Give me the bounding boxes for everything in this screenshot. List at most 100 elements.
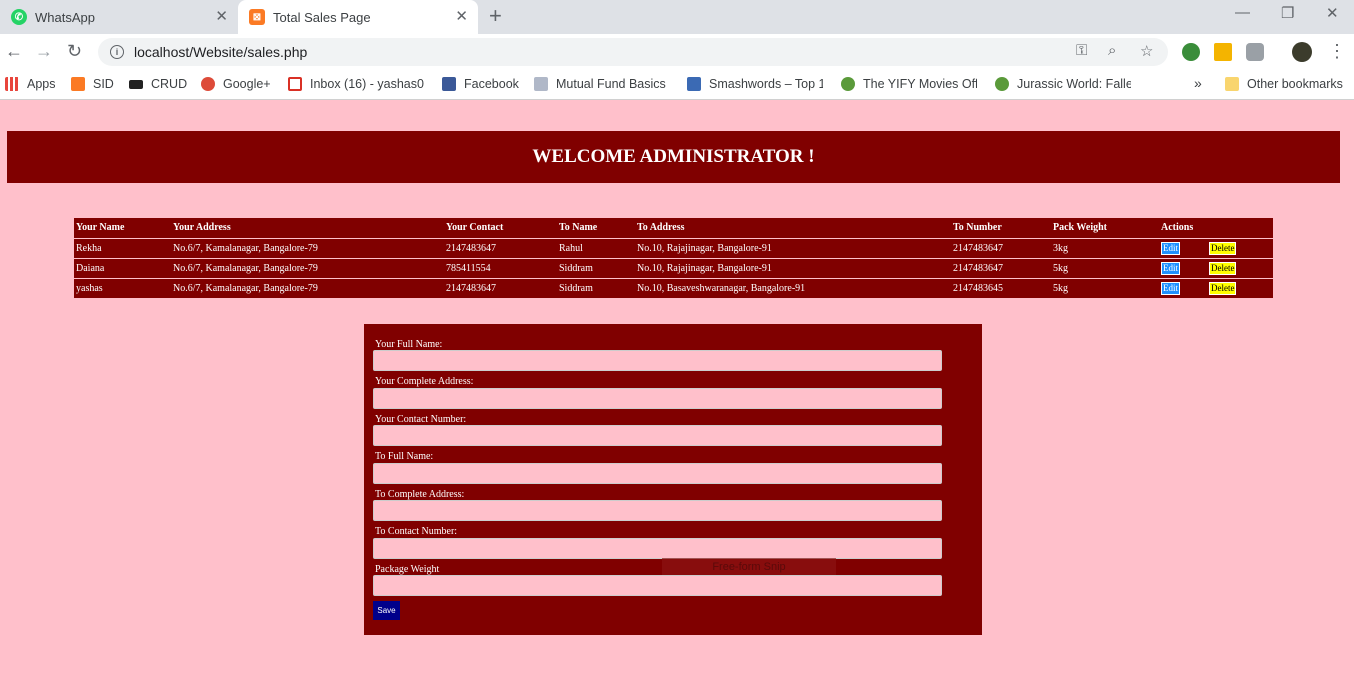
- edit-button[interactable]: Edit: [1161, 281, 1180, 295]
- cell-delete: Delete: [1207, 238, 1273, 259]
- cell-to-address: No.10, Rajajinagar, Bangalore-91: [635, 258, 951, 279]
- to-contact-number-input[interactable]: [373, 538, 942, 559]
- table-row: yashas No.6/7, Kamalanagar, Bangalore-79…: [74, 278, 1273, 299]
- cell-your-address: No.6/7, Kamalanagar, Bangalore-79: [171, 258, 444, 279]
- delete-button[interactable]: Delete: [1209, 241, 1237, 255]
- cell-to-number: 2147483647: [951, 238, 1051, 259]
- info-icon[interactable]: i: [110, 45, 124, 59]
- forward-icon[interactable]: →: [35, 40, 53, 62]
- column-header: Actions: [1159, 218, 1273, 239]
- address-bar[interactable]: i localhost/Website/sales.php ⚿ ⌕ ☆: [98, 38, 1168, 66]
- chevron-more-icon[interactable]: »: [1194, 75, 1202, 91]
- to-complete-address-input[interactable]: [373, 500, 942, 521]
- bw-icon: [129, 79, 143, 89]
- reload-icon[interactable]: ↻: [67, 40, 82, 62]
- column-header: Your Name: [74, 218, 171, 239]
- label-your-complete-address: Your Complete Address:: [375, 376, 474, 387]
- bookmark-sid[interactable]: SID: [71, 77, 114, 91]
- window-close-icon[interactable]: ✕: [1326, 4, 1339, 22]
- snip-overlay: Free-form Snip: [662, 558, 836, 575]
- google-drive-icon[interactable]: [1214, 43, 1232, 61]
- bookmark-label: Inbox (16) - yashas03: [310, 77, 424, 91]
- gmail-icon: [288, 77, 302, 91]
- bookmark-crud[interactable]: CRUD: [129, 77, 187, 91]
- edit-button[interactable]: Edit: [1161, 261, 1180, 275]
- your-contact-number-input[interactable]: [373, 425, 942, 446]
- package-weight-input[interactable]: [373, 575, 942, 596]
- label-to-complete-address: To Complete Address:: [375, 489, 465, 500]
- bookmark-label: Smashwords – Top 10: [709, 77, 823, 91]
- minimize-icon[interactable]: —: [1235, 4, 1250, 21]
- delete-button[interactable]: Delete: [1209, 281, 1237, 295]
- bookmark-inbox[interactable]: Inbox (16) - yashas03: [288, 77, 424, 91]
- bookmark-mutual-fund[interactable]: Mutual Fund Basics -: [534, 77, 667, 91]
- cell-delete: Delete: [1207, 258, 1273, 279]
- close-icon[interactable]: ✕: [215, 9, 228, 25]
- shield-icon[interactable]: [1246, 43, 1264, 61]
- cell-to-name: Rahul: [557, 238, 635, 259]
- bookmark-other[interactable]: Other bookmarks: [1225, 77, 1343, 91]
- label-package-weight: Package Weight: [375, 564, 440, 575]
- cell-pack-weight: 3kg: [1051, 238, 1159, 259]
- your-full-name-input[interactable]: [373, 350, 942, 371]
- table-row: Daiana No.6/7, Kamalanagar, Bangalore-79…: [74, 258, 1273, 279]
- tab-title: WhatsApp: [35, 9, 95, 25]
- bookmark-yify[interactable]: The YIFY Movies Offic: [841, 77, 977, 91]
- url-text: localhost/Website/sales.php: [134, 44, 308, 60]
- whatsapp-icon: ✆: [11, 9, 27, 25]
- menu-icon[interactable]: ⋮: [1328, 40, 1346, 62]
- cell-edit: Edit: [1159, 278, 1207, 299]
- column-header: To Name: [557, 218, 635, 239]
- bookmark-label: Google+: [223, 77, 271, 91]
- key-icon[interactable]: ⚿: [1076, 42, 1087, 59]
- column-header: Your Address: [171, 218, 444, 239]
- back-icon[interactable]: ←: [5, 40, 23, 62]
- bookmark-smashwords[interactable]: Smashwords – Top 10: [687, 77, 823, 91]
- star-icon[interactable]: ☆: [1140, 42, 1153, 60]
- bookmark-facebook[interactable]: Facebook: [442, 77, 519, 91]
- sales-form: Your Full Name: Your Complete Address: Y…: [364, 324, 982, 635]
- cell-pack-weight: 5kg: [1051, 278, 1159, 299]
- bookmark-label: Mutual Fund Basics -: [556, 77, 667, 91]
- cell-your-contact: 785411554: [444, 258, 557, 279]
- label-to-contact-number: To Contact Number:: [375, 526, 458, 537]
- to-full-name-input[interactable]: [373, 463, 942, 484]
- edit-button[interactable]: Edit: [1161, 241, 1180, 255]
- bookmark-label: Jurassic World: Fallen: [1017, 77, 1131, 91]
- cell-your-address: No.6/7, Kamalanagar, Bangalore-79: [171, 278, 444, 299]
- column-header: Your Contact: [444, 218, 557, 239]
- tab-strip: ✆ WhatsApp ✕ ⊠ Total Sales Page ✕ + — ❐ …: [0, 0, 1354, 34]
- label-to-full-name: To Full Name:: [375, 451, 434, 462]
- label-your-full-name: Your Full Name:: [375, 339, 443, 350]
- facebook-icon: [442, 77, 456, 91]
- bookmark-apps[interactable]: Apps: [5, 77, 56, 91]
- bookmark-label: The YIFY Movies Offic: [863, 77, 977, 91]
- bookmarks-bar: Apps SID CRUD Google+ Inbox (16) - yasha…: [0, 70, 1354, 100]
- table-row: Rekha No.6/7, Kamalanagar, Bangalore-79 …: [74, 238, 1273, 259]
- bookmark-jurassic[interactable]: Jurassic World: Fallen: [995, 77, 1131, 91]
- label-your-contact-number: Your Contact Number:: [375, 414, 467, 425]
- column-header: To Number: [951, 218, 1051, 239]
- bookmark-label: CRUD: [151, 77, 188, 91]
- smashwords-icon: [687, 77, 701, 91]
- your-complete-address-input[interactable]: [373, 388, 942, 409]
- close-icon[interactable]: ✕: [455, 9, 468, 25]
- cell-edit: Edit: [1159, 238, 1207, 259]
- column-header: Pack Weight: [1051, 218, 1159, 239]
- new-tab-icon[interactable]: +: [489, 5, 502, 27]
- globe-extension-icon[interactable]: [1182, 43, 1200, 61]
- yify-icon: [995, 77, 1009, 91]
- save-button[interactable]: Save: [373, 601, 400, 620]
- tab-whatsapp[interactable]: ✆ WhatsApp ✕: [0, 0, 238, 34]
- apps-grid-icon: [5, 77, 19, 91]
- avatar[interactable]: [1292, 42, 1312, 62]
- restore-icon[interactable]: ❐: [1281, 4, 1294, 22]
- cell-your-name: Rekha: [74, 238, 171, 259]
- cell-to-address: No.10, Basaveshwaranagar, Bangalore-91: [635, 278, 951, 299]
- cell-to-address: No.10, Rajajinagar, Bangalore-91: [635, 238, 951, 259]
- delete-button[interactable]: Delete: [1209, 261, 1237, 275]
- bookmark-google-plus[interactable]: Google+: [201, 77, 271, 91]
- tab-total-sales[interactable]: ⊠ Total Sales Page ✕: [238, 0, 478, 34]
- bookmark-label: Other bookmarks: [1247, 77, 1343, 91]
- zoom-icon[interactable]: ⌕: [1108, 42, 1116, 59]
